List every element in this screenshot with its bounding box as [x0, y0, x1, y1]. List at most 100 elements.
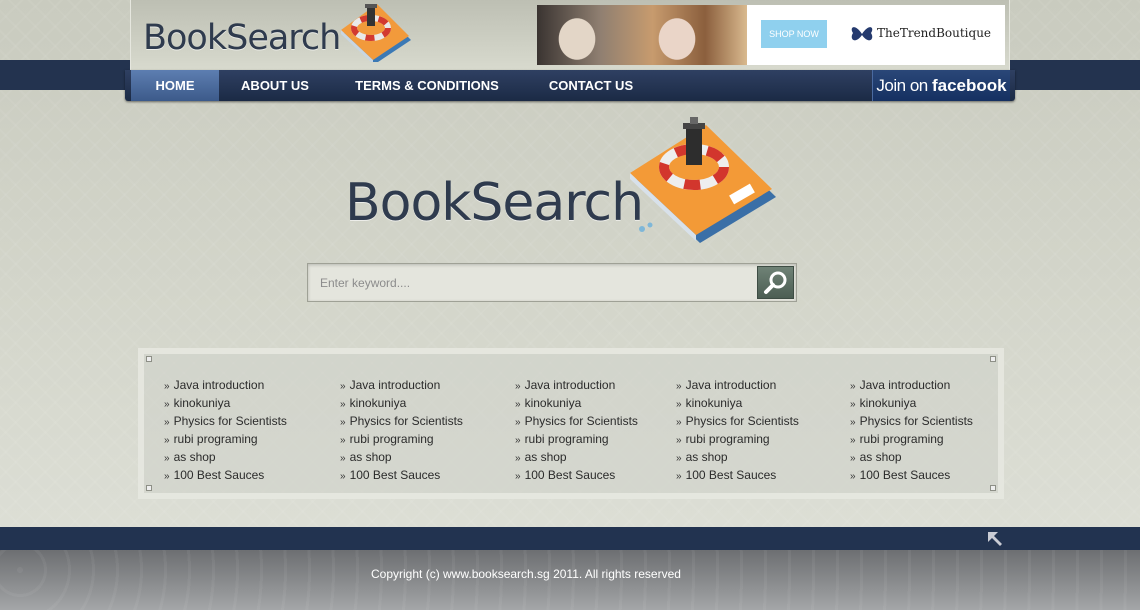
join-facebook-button[interactable]: Join on facebook — [872, 70, 1010, 101]
link-label: Physics for Scientists — [349, 414, 463, 428]
back-to-top-button[interactable] — [986, 530, 1004, 548]
link-label: Java introduction — [173, 378, 265, 392]
link-item[interactable]: » Java introduction — [164, 376, 287, 394]
bullet-icon: » — [850, 399, 856, 410]
link-item[interactable]: » as shop — [164, 448, 287, 466]
link-item[interactable]: » Physics for Scientists — [515, 412, 638, 430]
link-item[interactable]: » rubi programing — [515, 430, 638, 448]
link-item[interactable]: » kinokuniya — [164, 394, 287, 412]
link-item[interactable]: » rubi programing — [340, 430, 463, 448]
bullet-icon: » — [850, 381, 856, 392]
link-label: 100 Best Sauces — [349, 468, 441, 482]
banner-brand: TheTrendBoutique — [877, 26, 992, 40]
link-label: 100 Best Sauces — [524, 468, 616, 482]
link-label: 100 Best Sauces — [173, 468, 265, 482]
link-item[interactable]: » kinokuniya — [850, 394, 973, 412]
link-label: as shop — [349, 450, 392, 464]
search-button[interactable] — [757, 266, 794, 299]
link-item[interactable]: » rubi programing — [850, 430, 973, 448]
bullet-icon: » — [164, 453, 170, 464]
panel-corner — [990, 356, 996, 362]
footer-band — [0, 527, 1140, 550]
banner-photo — [537, 5, 747, 65]
bullet-icon: » — [850, 453, 856, 464]
link-label: Physics for Scientists — [685, 414, 799, 428]
link-item[interactable]: » Physics for Scientists — [340, 412, 463, 430]
link-item[interactable]: » 100 Best Sauces — [676, 466, 799, 484]
link-item[interactable]: » Java introduction — [676, 376, 799, 394]
site-logo[interactable]: BookSearch — [143, 4, 415, 68]
bullet-icon: » — [676, 399, 682, 410]
search-bar — [307, 263, 797, 302]
links-column-5: » Java introduction » kinokuniya » Physics … — [850, 376, 973, 484]
bullet-icon: » — [515, 417, 521, 428]
nav-contact-us[interactable]: CONTACT US — [539, 70, 643, 101]
link-item[interactable]: » Physics for Scientists — [676, 412, 799, 430]
link-label: kinokuniya — [685, 396, 743, 410]
main-logo-text: BookSearch — [345, 173, 644, 233]
link-label: kinokuniya — [859, 396, 917, 410]
link-item[interactable]: » Physics for Scientists — [850, 412, 973, 430]
link-item[interactable]: » kinokuniya — [676, 394, 799, 412]
link-label: rubi programing — [685, 432, 770, 446]
logo-text: BookSearch — [143, 18, 341, 58]
link-label: rubi programing — [859, 432, 944, 446]
link-item[interactable]: » 100 Best Sauces — [850, 466, 973, 484]
links-panel: » Java introduction » kinokuniya » Physics … — [138, 348, 1004, 499]
link-item[interactable]: » rubi programing — [676, 430, 799, 448]
panel-corner — [990, 485, 996, 491]
bullet-icon: » — [164, 471, 170, 482]
bullet-icon: » — [340, 453, 346, 464]
link-item[interactable]: » Java introduction — [850, 376, 973, 394]
link-item[interactable]: » kinokuniya — [340, 394, 463, 412]
link-label: Java introduction — [349, 378, 441, 392]
link-item[interactable]: » kinokuniya — [515, 394, 638, 412]
shop-now-button[interactable]: SHOP NOW — [761, 20, 827, 48]
bullet-icon: » — [676, 435, 682, 446]
nav-terms-conditions[interactable]: TERMS & CONDITIONS — [347, 70, 507, 101]
main-logo: BookSearch — [340, 115, 780, 255]
nav-about-us[interactable]: ABOUT US — [225, 70, 325, 101]
bullet-icon: » — [850, 435, 856, 446]
links-column-1: » Java introduction » kinokuniya » Physics … — [164, 376, 287, 484]
link-label: 100 Best Sauces — [859, 468, 951, 482]
link-item[interactable]: » Physics for Scientists — [164, 412, 287, 430]
bullet-icon: » — [515, 399, 521, 410]
link-label: rubi programing — [524, 432, 609, 446]
facebook-join-text: Join on — [876, 76, 932, 95]
banner-ad[interactable]: SHOP NOW TheTrendBoutique — [537, 5, 1005, 65]
bullet-icon: » — [515, 453, 521, 464]
link-item[interactable]: » rubi programing — [164, 430, 287, 448]
link-item[interactable]: » 100 Best Sauces — [164, 466, 287, 484]
link-label: Physics for Scientists — [524, 414, 638, 428]
bullet-icon: » — [515, 435, 521, 446]
link-label: Physics for Scientists — [859, 414, 973, 428]
facebook-brand-text: facebook — [931, 76, 1007, 95]
link-item[interactable]: » 100 Best Sauces — [340, 466, 463, 484]
butterfly-icon — [851, 27, 873, 41]
book-lighthouse-icon — [630, 117, 776, 243]
bullet-icon: » — [164, 417, 170, 428]
bullet-icon: » — [850, 471, 856, 482]
link-label: rubi programing — [349, 432, 434, 446]
bullet-icon: » — [164, 399, 170, 410]
search-input[interactable] — [309, 265, 756, 300]
link-item[interactable]: » Java introduction — [515, 376, 638, 394]
link-label: kinokuniya — [349, 396, 407, 410]
link-item[interactable]: » as shop — [676, 448, 799, 466]
magnifier-icon — [764, 271, 787, 294]
link-label: Java introduction — [859, 378, 951, 392]
link-item[interactable]: » as shop — [515, 448, 638, 466]
bullet-icon: » — [515, 381, 521, 392]
bullet-icon: » — [164, 435, 170, 446]
bullet-icon: » — [340, 399, 346, 410]
panel-corner — [146, 356, 152, 362]
bullet-icon: » — [340, 435, 346, 446]
link-item[interactable]: » 100 Best Sauces — [515, 466, 638, 484]
link-item[interactable]: » as shop — [850, 448, 973, 466]
link-item[interactable]: » as shop — [340, 448, 463, 466]
link-label: as shop — [173, 450, 216, 464]
nav-home[interactable]: HOME — [131, 70, 219, 101]
link-item[interactable]: » Java introduction — [340, 376, 463, 394]
link-label: as shop — [685, 450, 728, 464]
